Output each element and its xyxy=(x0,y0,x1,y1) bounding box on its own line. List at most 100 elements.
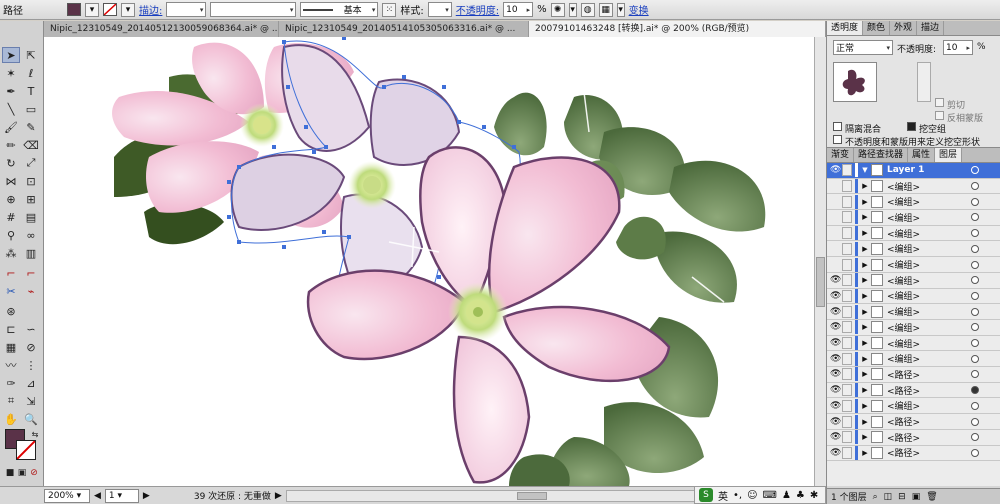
lock-toggle[interactable] xyxy=(842,227,852,240)
target-circle-icon[interactable] xyxy=(971,433,979,442)
keyboard-icon[interactable]: ⌨ xyxy=(763,490,777,501)
stroke-label-link[interactable]: 描边: xyxy=(139,2,162,17)
graph-alt-tool-icon[interactable]: ⊘ xyxy=(22,339,40,355)
layer-row[interactable]: 👁 ▶ <编组> xyxy=(827,273,1000,289)
slice-tool-icon[interactable]: ⌐ xyxy=(22,265,40,281)
target-circle-icon[interactable] xyxy=(971,339,979,348)
layer-row-layer-1[interactable]: 👁 ▼ Layer 1 xyxy=(827,163,1000,179)
perspective-grid-tool-icon[interactable]: ⊞ xyxy=(22,191,40,207)
visibility-eye-icon[interactable]: 👁 xyxy=(830,367,841,381)
target-circle-icon[interactable] xyxy=(971,370,979,379)
rectangle-tool-icon[interactable]: ▭ xyxy=(22,101,40,117)
knockout-group-checkbox[interactable] xyxy=(907,122,916,131)
invert-mask-checkbox[interactable] xyxy=(935,111,944,120)
expand-triangle-icon[interactable]: ▶ xyxy=(860,433,870,441)
lock-toggle[interactable] xyxy=(842,337,852,350)
mesh-tool-icon[interactable]: # xyxy=(2,209,20,225)
lock-toggle[interactable] xyxy=(842,321,852,334)
direct-selection-tool-icon[interactable]: ⇱ xyxy=(22,47,40,63)
next-artboard-button[interactable]: ▶ xyxy=(143,491,150,501)
target-circle-icon[interactable] xyxy=(971,244,979,253)
layer-row[interactable]: ▶ <编组> xyxy=(827,241,1000,258)
layer-row[interactable]: ▶ <编组> xyxy=(827,194,1000,211)
symbol-tool-icon[interactable]: ⊛ xyxy=(2,303,20,319)
layer-row[interactable]: ▶ <编组> xyxy=(827,179,1000,195)
column-graph-tool-icon[interactable]: ▥ xyxy=(22,245,40,261)
expand-triangle-icon[interactable]: ▶ xyxy=(860,198,870,206)
zoom-field[interactable]: 200% ▾ xyxy=(44,488,90,503)
target-circle-icon[interactable] xyxy=(971,401,979,410)
pencil-tool-icon[interactable]: ✎ xyxy=(22,119,40,135)
tab-appearance[interactable]: 外观 xyxy=(890,21,918,35)
target-circle-icon[interactable] xyxy=(971,291,979,300)
layer-row[interactable]: 👁 ▶ <编组> xyxy=(827,398,1000,415)
lock-toggle[interactable] xyxy=(842,164,852,177)
target-circle-icon[interactable] xyxy=(971,386,979,395)
expand-triangle-icon[interactable]: ▶ xyxy=(860,276,870,284)
tab-layers[interactable]: 图层 xyxy=(935,148,963,162)
expand-triangle-icon[interactable]: ▶ xyxy=(860,245,870,253)
scale-tool-icon[interactable]: ⤢ xyxy=(22,155,40,171)
stroke-color-box[interactable] xyxy=(16,440,36,460)
target-circle-icon[interactable] xyxy=(971,323,979,332)
visibility-eye-icon[interactable]: 👁 xyxy=(830,399,841,413)
variable-width-dropdown[interactable]: ▾ xyxy=(210,2,297,17)
warp-tool-icon[interactable]: 〰 xyxy=(2,357,20,373)
layer-row[interactable]: 👁 ▶ <路径> xyxy=(827,414,1000,430)
visibility-eye-icon[interactable]: 👁 xyxy=(830,320,841,334)
artboard-number-field[interactable]: 1 ▾ xyxy=(104,488,139,503)
lock-toggle[interactable] xyxy=(842,399,852,412)
visibility-eye-icon[interactable] xyxy=(830,210,840,224)
recolor-dropdown[interactable]: ▾ xyxy=(568,2,577,17)
free-transform-tool-icon[interactable]: ⊡ xyxy=(22,173,40,189)
mask-define-checkbox[interactable] xyxy=(833,135,842,144)
expand-triangle-icon[interactable]: ▶ xyxy=(860,308,870,316)
target-circle-icon[interactable] xyxy=(971,276,979,285)
status-menu-arrow[interactable]: ▶ xyxy=(275,491,282,501)
visibility-eye-icon[interactable]: 👁 xyxy=(830,305,841,319)
ime-mode-label[interactable]: 英 xyxy=(718,488,728,503)
draw-normal-icon[interactable]: ⊏ xyxy=(2,321,20,337)
lock-toggle[interactable] xyxy=(842,352,852,365)
new-layer-icon[interactable]: ▣ xyxy=(912,492,921,502)
tools-icon[interactable]: ✱ xyxy=(810,490,818,501)
target-circle-icon[interactable] xyxy=(971,354,979,363)
slice-select-tool-icon[interactable]: ⇲ xyxy=(22,393,40,409)
expand-triangle-icon[interactable]: ▶ xyxy=(860,449,870,457)
tab-gradient[interactable]: 渐变 xyxy=(827,148,855,162)
blend-tool-icon[interactable]: ∞ xyxy=(22,227,40,243)
lock-toggle[interactable] xyxy=(842,274,852,287)
none-mode-icon[interactable]: ⊘ xyxy=(25,465,43,481)
layer-row[interactable]: ▶ <编组> xyxy=(827,226,1000,242)
expand-triangle-icon[interactable]: ▶ xyxy=(860,386,870,394)
recolor-icon[interactable]: ✺ xyxy=(550,2,565,17)
line-tool-icon[interactable]: ╲ xyxy=(2,101,20,117)
fill-dropdown-button[interactable]: ▾ xyxy=(85,2,99,17)
layer-row[interactable]: ▶ <编组> xyxy=(827,210,1000,226)
lock-toggle[interactable] xyxy=(842,384,852,397)
transform-link[interactable]: 变换 xyxy=(629,2,649,17)
visibility-eye-icon[interactable] xyxy=(830,226,840,240)
expand-triangle-icon[interactable]: ▼ xyxy=(860,166,870,174)
expand-triangle-icon[interactable]: ▶ xyxy=(860,292,870,300)
symbol-sprayer-tool-icon[interactable]: ⁂ xyxy=(2,245,20,261)
visibility-eye-icon[interactable] xyxy=(830,195,840,209)
layer-row[interactable]: 👁 ▶ <编组> xyxy=(827,320,1000,336)
pen-tool-icon[interactable]: ✒ xyxy=(2,83,20,99)
lock-toggle[interactable] xyxy=(842,211,852,224)
isolate-blend-checkbox[interactable] xyxy=(833,122,842,131)
lock-toggle[interactable] xyxy=(842,305,852,318)
make-clipping-mask-icon[interactable]: ◫ xyxy=(884,492,893,502)
shape-builder-tool-icon[interactable]: ⊕ xyxy=(2,191,20,207)
panel-opacity-input[interactable]: 10 ▸ xyxy=(943,40,973,55)
lock-toggle[interactable] xyxy=(842,446,852,459)
stroke-weight-dropdown[interactable]: ▾ xyxy=(166,2,207,17)
rotate-tool-icon[interactable]: ↻ xyxy=(2,155,20,171)
target-circle-icon[interactable] xyxy=(971,197,979,206)
new-sublayer-icon[interactable]: ⊟ xyxy=(898,492,906,502)
visibility-eye-icon[interactable] xyxy=(830,179,840,193)
clip-checkbox[interactable] xyxy=(935,98,944,107)
lock-toggle[interactable] xyxy=(842,242,852,255)
skin-icon[interactable]: ♣ xyxy=(796,490,805,501)
chart-tool-icon[interactable]: ▦ xyxy=(2,339,20,355)
